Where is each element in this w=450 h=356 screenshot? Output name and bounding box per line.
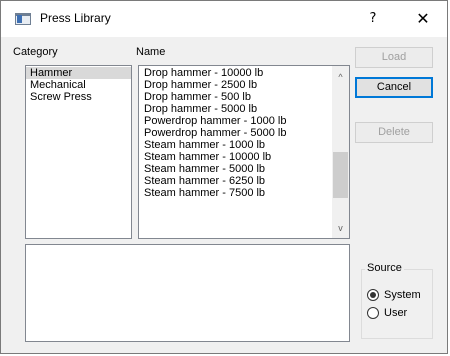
name-list-item[interactable]: Steam hammer - 10000 lb (140, 151, 286, 163)
radio-selected-icon[interactable] (367, 289, 379, 301)
category-item-hammer[interactable]: Hammer (26, 67, 131, 79)
radio-unselected-icon[interactable] (367, 307, 379, 319)
name-label: Name (136, 46, 166, 58)
scroll-down-arrow-icon[interactable]: v (332, 220, 349, 236)
source-system-label[interactable]: System (384, 289, 421, 302)
scroll-up-arrow-icon[interactable]: ^ (332, 69, 349, 85)
window-icon (15, 13, 31, 25)
name-list-item[interactable]: Drop hammer - 500 lb (140, 91, 286, 103)
source-user-label[interactable]: User (384, 307, 407, 320)
category-item-screw-press[interactable]: Screw Press (26, 91, 131, 103)
source-label: Source (365, 262, 404, 274)
name-list-item[interactable]: Powerdrop hammer - 1000 lb (140, 115, 286, 127)
window-title: Press Library (40, 11, 111, 25)
cancel-button[interactable]: Cancel (355, 77, 433, 98)
name-list-item[interactable]: Drop hammer - 2500 lb (140, 79, 286, 91)
press-library-dialog: Press Library ? ✕ Category Name Hammer M… (0, 0, 448, 354)
name-list-item[interactable]: Steam hammer - 6250 lb (140, 175, 286, 187)
name-list[interactable]: Drop hammer - 10000 lb Drop hammer - 2500… (138, 65, 350, 239)
category-label: Category (13, 46, 58, 58)
name-list-item[interactable]: Powerdrop hammer - 5000 lb (140, 127, 286, 139)
name-list-item[interactable]: Drop hammer - 10000 lb (140, 67, 286, 79)
description-box (25, 244, 350, 342)
category-list[interactable]: Hammer Mechanical Screw Press (25, 65, 132, 239)
scroll-thumb[interactable] (333, 152, 348, 198)
category-item-mechanical[interactable]: Mechanical (26, 79, 131, 91)
source-group (361, 269, 433, 339)
name-list-item[interactable]: Steam hammer - 1000 lb (140, 139, 286, 151)
delete-button[interactable]: Delete (355, 122, 433, 143)
title-bar[interactable]: Press Library ? ✕ (1, 1, 447, 37)
name-list-items: Drop hammer - 10000 lb Drop hammer - 2500… (140, 67, 286, 199)
help-button[interactable]: ? (363, 9, 383, 29)
close-button[interactable]: ✕ (411, 8, 435, 30)
name-list-item[interactable]: Steam hammer - 7500 lb (140, 187, 286, 199)
load-button[interactable]: Load (355, 47, 433, 68)
name-list-scrollbar[interactable]: ^ v (332, 66, 349, 238)
name-list-item[interactable]: Steam hammer - 5000 lb (140, 163, 286, 175)
name-list-item[interactable]: Drop hammer - 5000 lb (140, 103, 286, 115)
